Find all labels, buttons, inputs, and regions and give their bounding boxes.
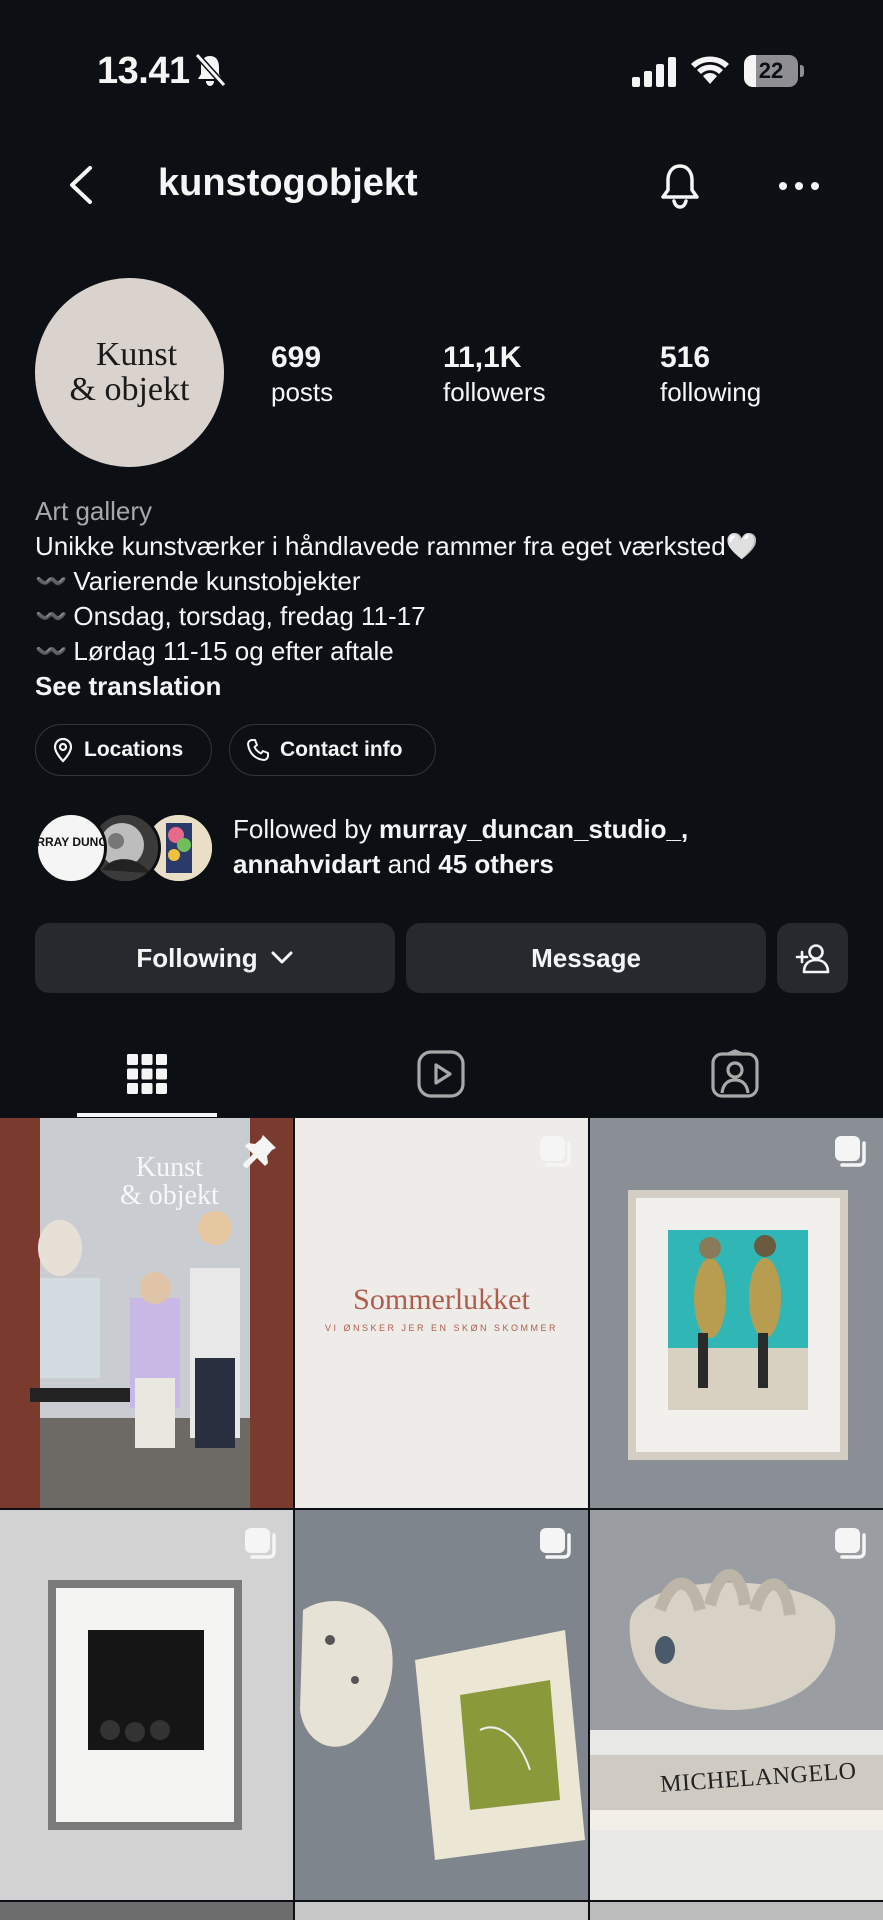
locations-button[interactable]: Locations xyxy=(35,724,212,776)
profile-avatar[interactable]: Kunst & objekt xyxy=(35,278,224,467)
grid-post[interactable] xyxy=(0,1510,293,1900)
mutual-user: annahvidart xyxy=(233,849,381,879)
followed-by-text[interactable]: Followed by murray_duncan_studio_, annah… xyxy=(233,812,853,882)
grid-post[interactable]: Kunst & objekt xyxy=(0,1118,293,1508)
storefront-sign: Kunst & objekt xyxy=(120,1154,219,1210)
status-time: 13.41 xyxy=(97,50,190,92)
grid-post[interactable] xyxy=(295,1510,588,1900)
following-label: following xyxy=(660,377,762,407)
pin-icon xyxy=(243,1135,276,1168)
following-button[interactable]: Following xyxy=(35,923,395,993)
wifi-icon xyxy=(691,56,729,84)
following-button-label: Following xyxy=(136,942,258,973)
status-bar: 13.41 22 xyxy=(0,0,883,140)
bio-category: Art gallery xyxy=(35,496,153,526)
grid-icon xyxy=(127,1054,167,1094)
message-button[interactable]: Message xyxy=(406,923,766,993)
posts-value: 699 xyxy=(271,341,322,374)
wavy-dash-icon: 〰️ xyxy=(35,601,67,631)
wavy-dash-icon: 〰️ xyxy=(35,636,67,666)
mutual-user: murray_duncan_studio_, xyxy=(378,814,689,844)
profile-username: kunstogobjekt xyxy=(158,162,418,204)
avatar: MURRAY DUNCAN xyxy=(35,812,107,884)
tab-reels[interactable] xyxy=(294,1030,588,1118)
bio-line-text: Lørdag 11-15 og efter aftale xyxy=(73,636,394,666)
location-pin-icon xyxy=(53,737,73,763)
posts-label: posts xyxy=(271,377,334,407)
mutual-avatar-text: MURRAY DUNCAN xyxy=(38,835,104,849)
followers-label: followers xyxy=(443,377,546,407)
contact-info-button[interactable]: Contact info xyxy=(229,724,436,776)
bio-line: 〰️ Onsdag, torsdag, fredag 11-17 xyxy=(35,599,855,634)
posts-grid: Kunst & objekt Sommerlukket VI ØNSKER JE… xyxy=(0,1118,883,1920)
carousel-icon xyxy=(835,1136,866,1167)
followed-by-and: and xyxy=(387,849,431,879)
grid-post[interactable]: MICHELANGELO xyxy=(590,1510,883,1900)
bio-line: 〰️ Varierende kunstobjekter xyxy=(35,564,855,599)
battery-icon: 22 xyxy=(744,55,804,87)
battery-level: 22 xyxy=(758,58,784,83)
suggested-users-button[interactable] xyxy=(777,923,848,993)
following-value: 516 xyxy=(660,341,711,374)
carousel-icon xyxy=(245,1528,276,1559)
reels-icon xyxy=(417,1050,465,1098)
bio-line-text: Varierende kunstobjekter xyxy=(73,566,361,596)
sign-line: & objekt xyxy=(120,1180,219,1211)
followers-count[interactable]: 11,1K followers xyxy=(443,340,546,408)
posts-count: 699 posts xyxy=(271,340,333,408)
bell-slash-icon xyxy=(194,52,227,88)
post-subtitle: VI ØNSKER JER EN SKØN SKOMMER xyxy=(324,1323,559,1333)
cellular-signal-icon xyxy=(632,57,676,87)
followers-value: 11,1K xyxy=(443,341,522,374)
grid-post[interactable] xyxy=(590,1118,883,1508)
grid-post[interactable] xyxy=(0,1902,293,1920)
phone-icon xyxy=(247,739,269,761)
ellipsis-icon[interactable] xyxy=(774,166,824,206)
locations-label: Locations xyxy=(84,738,184,761)
tab-tagged[interactable] xyxy=(588,1030,882,1118)
followed-by-prefix: Followed by xyxy=(233,814,372,844)
bio-line: 〰️ Lørdag 11-15 og efter aftale xyxy=(35,634,855,669)
avatar-logo-line1: Kunst xyxy=(95,335,178,373)
tab-posts-grid[interactable] xyxy=(0,1030,294,1118)
profile-header: kunstogobjekt xyxy=(0,140,883,230)
carousel-icon xyxy=(540,1136,571,1167)
chevron-down-icon xyxy=(271,951,293,964)
contact-info-label: Contact info xyxy=(280,738,403,761)
message-button-label: Message xyxy=(531,942,641,973)
see-translation-link[interactable]: See translation xyxy=(35,669,855,704)
sign-line: Kunst xyxy=(135,1152,203,1183)
active-tab-indicator xyxy=(77,1113,217,1117)
grid-post[interactable] xyxy=(590,1902,883,1920)
add-person-icon xyxy=(795,944,829,974)
carousel-icon xyxy=(835,1528,866,1559)
profile-bio: Art gallery Unikke kunstværker i håndlav… xyxy=(35,494,855,704)
following-count[interactable]: 516 following xyxy=(660,340,761,408)
grid-post[interactable] xyxy=(295,1902,588,1920)
chevron-left-icon[interactable] xyxy=(58,160,108,210)
avatar-logo-line2: & objekt xyxy=(69,370,190,408)
bell-icon[interactable] xyxy=(654,160,706,212)
grid-post[interactable]: Sommerlukket VI ØNSKER JER EN SKØN SKOMM… xyxy=(295,1118,588,1508)
tagged-user-icon xyxy=(711,1049,759,1098)
bio-line: Unikke kunstværker i håndlavede rammer f… xyxy=(35,531,759,561)
mutual-followers-avatars[interactable]: MURRAY DUNCAN xyxy=(35,812,220,886)
mutual-others: 45 others xyxy=(438,849,554,879)
wavy-dash-icon: 〰️ xyxy=(35,566,67,596)
carousel-icon xyxy=(540,1528,571,1559)
profile-tabs xyxy=(0,1030,883,1118)
bio-line-text: Onsdag, torsdag, fredag 11-17 xyxy=(73,601,426,631)
post-title: Sommerlukket xyxy=(353,1283,530,1316)
